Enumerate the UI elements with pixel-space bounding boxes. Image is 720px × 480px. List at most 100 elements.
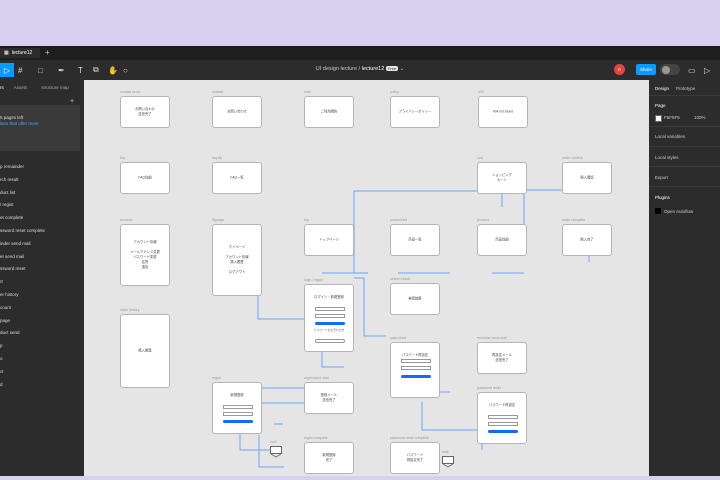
frame-product-list[interactable]: 商品一覧 [390,224,440,256]
frame-regist[interactable]: 新規登録 [212,382,262,434]
frame-label[interactable]: pass reset [390,336,406,340]
frame-label[interactable]: faq list [212,156,222,160]
frame-login[interactable]: ログイン・新規登録 パスワードをお忘れの方 [304,284,354,352]
frame-order-confirm[interactable]: 購入確認 [562,162,612,194]
chevron-down-icon[interactable]: ⌄ [400,66,405,72]
layer-item[interactable]: / regist [0,202,14,207]
page-color-swatch[interactable] [655,115,662,122]
project-name[interactable]: UI design lecture [316,66,357,72]
frame-label[interactable]: login / regist [304,278,323,282]
frame-faq-list[interactable]: FAQ一覧 [212,162,262,194]
tab-page-select[interactable]: structure map [41,85,69,90]
frame-faq[interactable]: FAQ詳細 [120,162,170,194]
frame-mypage[interactable]: マイページ アカウント情報 購入履歴 ログアウト [212,224,262,296]
frame-regist-send[interactable]: 登録メール 送信完了 [304,382,354,414]
layer-item[interactable]: inder send mail [0,241,31,246]
frame-label[interactable]: Mypage [212,218,224,222]
frame-label[interactable]: faq [120,156,125,160]
frame-404[interactable]: 404 not found [478,96,528,128]
dev-mode-toggle[interactable] [660,64,680,75]
frame-order-history[interactable]: 購入履歴 [120,314,170,388]
layer-item[interactable]: rt [0,279,3,284]
layer-item[interactable]: duct list [0,190,15,195]
frame-product[interactable]: 商品詳細 [477,224,527,256]
file-name[interactable]: lecture12 [362,66,385,72]
tab-prototype[interactable]: Prototype [676,86,695,91]
layer-item[interactable]: ssword reset complete [0,228,45,233]
local-variables[interactable]: Local variables [655,134,685,139]
tab-assets[interactable]: Assets [14,85,28,90]
layer-item[interactable]: p [0,343,3,348]
page-color-hex[interactable]: F5F5F5 [664,115,680,120]
frame-label[interactable]: contact send [120,90,140,94]
frame-label[interactable]: contact [212,90,223,94]
frame-label[interactable]: search result [390,277,410,281]
layer-item[interactable]: ssword reset [0,266,26,271]
plugin-name[interactable]: Open Autoflow [664,209,693,214]
left-panel: rs Assets structure map + cture map 5 pa… [0,80,84,476]
frame-password-reset-complete[interactable]: パスワード 再設定完了 [390,442,440,474]
frame-pass-reset[interactable]: パスワード再設定 [390,342,440,398]
layer-item[interactable]: er history [0,292,19,297]
frame-search-result[interactable]: 検索結果 [390,283,440,315]
frame-account[interactable]: アカウント情報 メールアドレス変更 パスワード変更 住所 退会 [120,224,170,286]
export-section[interactable]: Export [655,175,668,180]
frame-contact-send[interactable]: お問い合わせ 送信完了 [120,96,170,128]
layer-item[interactable]: et send mail [0,254,24,259]
frame-text: プライバシーポリシー [398,109,432,114]
frame-label[interactable]: regist [212,376,221,380]
layer-item[interactable]: et complete [0,215,23,220]
frame-label[interactable]: password reset [477,386,501,390]
new-tab-button[interactable]: + [45,48,50,57]
frame-cart[interactable]: ショッピング カート [477,162,527,194]
frame-password-reset[interactable]: パスワード再設定 [477,392,527,444]
frame-label[interactable]: regist send mail [304,376,329,380]
frame-label[interactable]: cart [477,156,483,160]
share-button[interactable]: Share [636,64,656,75]
present-icon[interactable]: ▷ [704,63,710,77]
frame-label[interactable]: password reset complete [390,436,429,440]
page-opacity[interactable]: 100% [694,115,706,120]
frame-regist-complete[interactable]: 新規登録 完了 [304,442,354,474]
mail-label: mail [270,440,277,444]
frame-label[interactable]: product [477,218,489,222]
layer-item[interactable]: page [0,318,10,323]
frame-label[interactable]: product list [390,218,407,222]
frame-top[interactable]: トップページ [304,224,354,256]
layer-item[interactable]: duct send [0,330,20,335]
file-tab[interactable]: ▦ lecture12 [0,48,40,58]
frame-label[interactable]: 404 [478,90,484,94]
frame-label[interactable]: account [120,218,132,222]
upgrade-link[interactable]: lans that offer more [0,121,39,126]
tab-design[interactable]: Design [655,86,669,91]
layer-item[interactable]: count [0,305,11,310]
layer-item[interactable]: o [0,356,3,361]
avatar[interactable]: R [614,64,625,75]
frame-label[interactable]: regist complete [304,436,328,440]
upgrade-banner: 5 pages left lans that offer more [0,105,80,151]
frame-order-complete[interactable]: 購入完了 [562,224,612,256]
mock-input-field [315,314,345,318]
frame-label[interactable]: top [304,218,309,222]
layer-item[interactable]: ct [0,369,4,374]
file-icon: ▦ [4,50,9,56]
frame-label[interactable]: order complete [562,218,585,222]
frame-label[interactable]: order history [120,308,139,312]
layer-item[interactable]: rch result [0,177,19,182]
frame-label[interactable]: note [304,90,311,94]
frame-label[interactable]: policy [390,90,399,94]
canvas[interactable]: contact send お問い合わせ 送信完了 contact お問い合わせ note… [84,80,649,476]
library-icon[interactable]: ▭ [688,63,696,77]
frame-note[interactable]: ご利用規約 [304,96,354,128]
local-styles[interactable]: Local styles [655,155,679,160]
layer-item[interactable]: p remainder [0,164,24,169]
layer-item[interactable]: d [0,382,3,387]
frame-policy[interactable]: プライバシーポリシー [390,96,440,128]
frame-label[interactable]: order confirm [562,156,583,160]
add-page-button[interactable]: + [70,98,74,105]
tab-layers[interactable]: rs [0,85,4,90]
frame-contact[interactable]: お問い合わせ [212,96,262,128]
frame-label[interactable]: reminder send mail [477,336,507,340]
frame-reminder-send[interactable]: 再設定メール 送信完了 [477,342,527,374]
pages-left-text: 5 pages left [0,115,24,120]
